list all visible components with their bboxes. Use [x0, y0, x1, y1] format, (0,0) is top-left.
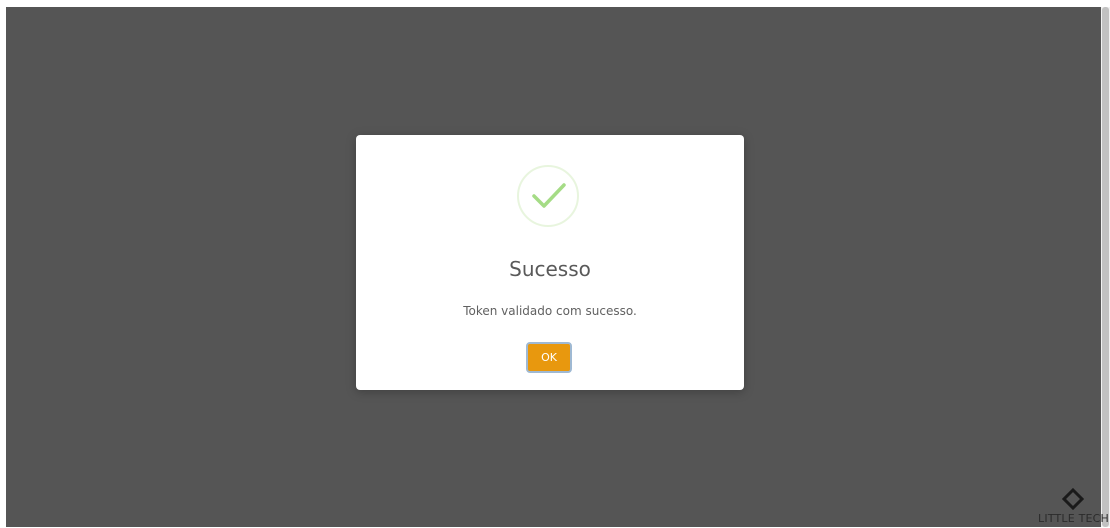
page-scrollbar[interactable] — [1101, 7, 1110, 527]
brand-logo: LITTLE TECH — [1030, 488, 1110, 528]
scrollbar-thumb[interactable] — [1102, 7, 1109, 527]
ok-button[interactable]: OK — [526, 342, 572, 373]
success-dialog: Sucesso Token validado com sucesso. OK — [356, 135, 744, 390]
diamond-icon — [1062, 488, 1084, 510]
brand-name: LITTLE TECH — [1038, 512, 1110, 525]
checkmark-icon — [517, 165, 579, 227]
dialog-message: Token validado com sucesso. — [463, 304, 637, 318]
dialog-title: Sucesso — [509, 257, 591, 281]
